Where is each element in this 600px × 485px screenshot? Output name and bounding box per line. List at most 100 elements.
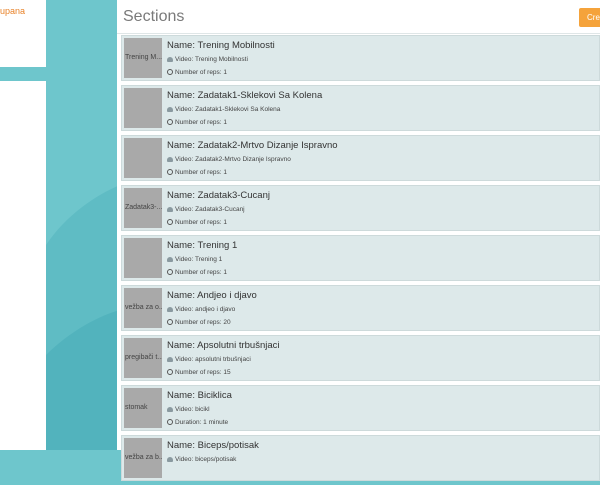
section-card[interactable]: Name: Zadatak1-Sklekovi Sa Kolena Video:… [121, 85, 600, 131]
section-video-value: Zadatak2-Mrtvo Dizanje Ispravno [195, 156, 291, 163]
sidebar: upana [0, 0, 46, 450]
video-prefix: Video: [175, 356, 196, 363]
section-name[interactable]: Name: Zadatak3-Cucanj [167, 190, 270, 201]
cloud-icon [167, 56, 173, 62]
video-thumbnail[interactable] [124, 138, 162, 178]
name-prefix: Name: [167, 140, 198, 151]
section-video-value: Zadatak3-Cucanj [195, 206, 245, 213]
section-video: Video: Trening 1 [167, 256, 222, 263]
video-thumbnail[interactable]: Trening M... [124, 38, 162, 78]
video-thumbnail[interactable]: vežba za b... [124, 438, 162, 478]
name-prefix: Name: [167, 440, 198, 451]
section-video: Video: biceps/potisak [167, 456, 236, 463]
section-name-value: Zadatak2-Mrtvo Dizanje Ispravno [197, 140, 338, 151]
section-metric-value: Number of reps: 1 [175, 169, 228, 176]
section-name-value: Biciklica [197, 390, 232, 401]
video-prefix: Video: [175, 156, 196, 163]
video-prefix: Video: [175, 106, 196, 113]
name-prefix: Name: [167, 90, 198, 101]
cloud-icon [167, 106, 173, 112]
section-metric-value: Duration: 1 minute [175, 419, 229, 426]
section-name[interactable]: Name: Biceps/potisak [167, 440, 259, 451]
section-metric-value: Number of reps: 15 [175, 369, 231, 376]
section-video: Video: andjeo i djavo [167, 306, 235, 313]
video-thumbnail[interactable] [124, 88, 162, 128]
section-name[interactable]: Name: Trening Mobilnosti [167, 40, 275, 51]
video-thumbnail[interactable]: vežba za o... [124, 288, 162, 328]
section-metric: Number of reps: 1 [167, 169, 227, 176]
section-metric-value: Number of reps: 20 [175, 319, 231, 326]
clock-icon [167, 269, 173, 276]
clock-icon [167, 319, 173, 326]
video-thumbnail[interactable]: stomak [124, 388, 162, 428]
cloud-icon [167, 356, 173, 362]
section-metric: Number of reps: 20 [167, 319, 231, 326]
section-video-value: Zadatak1-Sklekovi Sa Kolena [195, 106, 281, 113]
section-card[interactable]: stomak Name: Biciklica Video: bicikl Dur… [121, 385, 600, 431]
main-panel: Sections Crea Trening M... Name: Trening… [117, 0, 600, 481]
section-name-value: Trening Mobilnosti [197, 40, 275, 51]
name-prefix: Name: [167, 290, 198, 301]
section-name-value: Biceps/potisak [197, 440, 259, 451]
section-metric-value: Number of reps: 1 [175, 69, 228, 76]
section-list: Trening M... Name: Trening Mobilnosti Vi… [121, 35, 600, 485]
thumbnail-label [124, 138, 162, 178]
section-card[interactable]: Trening M... Name: Trening Mobilnosti Vi… [121, 35, 600, 81]
name-prefix: Name: [167, 240, 198, 251]
clock-icon [167, 119, 173, 126]
video-thumbnail[interactable]: pregibači t... [124, 338, 162, 378]
sidebar-user-text[interactable]: upana [0, 6, 25, 16]
section-name[interactable]: Name: Biciklica [167, 390, 232, 401]
section-video: Video: apsolutni trbušnjaci [167, 356, 251, 363]
video-prefix: Video: [175, 256, 196, 263]
section-metric-value: Number of reps: 1 [175, 269, 228, 276]
thumbnail-label: stomak [125, 404, 148, 411]
cloud-icon [167, 156, 173, 162]
section-name[interactable]: Name: Zadatak2-Mrtvo Dizanje Ispravno [167, 140, 338, 151]
cloud-icon [167, 406, 173, 412]
section-card[interactable]: Name: Trening 1 Video: Trening 1 Number … [121, 235, 600, 281]
section-card[interactable]: pregibači t... Name: Apsolutni trbušnjac… [121, 335, 600, 381]
clock-icon [167, 219, 173, 226]
section-card[interactable]: vežba za o... Name: Andjeo i djavo Video… [121, 285, 600, 331]
video-prefix: Video: [175, 406, 196, 413]
section-metric: Duration: 1 minute [167, 419, 228, 426]
section-video: Video: Zadatak1-Sklekovi Sa Kolena [167, 106, 280, 113]
clock-icon [167, 369, 173, 376]
section-card[interactable]: Zadatak3-... Name: Zadatak3-Cucanj Video… [121, 185, 600, 231]
section-metric-value: Number of reps: 1 [175, 219, 228, 226]
thumbnail-label: vežba za b... [125, 454, 162, 461]
section-name[interactable]: Name: Andjeo i djavo [167, 290, 257, 301]
sidebar-active-item[interactable] [0, 67, 46, 81]
video-thumbnail[interactable]: Zadatak3-... [124, 188, 162, 228]
section-name[interactable]: Name: Zadatak1-Sklekovi Sa Kolena [167, 90, 322, 101]
section-video: Video: Zadatak3-Cucanj [167, 206, 245, 213]
section-metric: Number of reps: 1 [167, 119, 227, 126]
section-card[interactable]: Name: Zadatak2-Mrtvo Dizanje Ispravno Vi… [121, 135, 600, 181]
video-prefix: Video: [175, 456, 196, 463]
section-video-value: bicikl [195, 406, 210, 413]
name-prefix: Name: [167, 40, 198, 51]
video-thumbnail[interactable] [124, 238, 162, 278]
section-card[interactable]: vežba za b... Name: Biceps/potisak Video… [121, 435, 600, 481]
clock-icon [167, 69, 173, 76]
cloud-icon [167, 306, 173, 312]
section-video-value: Trening 1 [195, 256, 223, 263]
create-button[interactable]: Crea [579, 8, 600, 27]
cloud-icon [167, 206, 173, 212]
section-metric: Number of reps: 1 [167, 69, 227, 76]
section-video: Video: Zadatak2-Mrtvo Dizanje Ispravno [167, 156, 291, 163]
page-title: Sections [123, 8, 185, 25]
section-video-value: Trening Mobilnosti [195, 56, 248, 63]
cloud-icon [167, 456, 173, 462]
section-name[interactable]: Name: Apsolutni trbušnjaci [167, 340, 280, 351]
video-prefix: Video: [175, 56, 196, 63]
name-prefix: Name: [167, 190, 198, 201]
thumbnail-label: vežba za o... [125, 304, 162, 311]
section-name[interactable]: Name: Trening 1 [167, 240, 237, 251]
section-video-value: andjeo i djavo [195, 306, 236, 313]
section-video-value: apsolutni trbušnjaci [195, 356, 251, 363]
clock-icon [167, 169, 173, 176]
background-decoration [46, 0, 120, 450]
section-metric-value: Number of reps: 1 [175, 119, 228, 126]
